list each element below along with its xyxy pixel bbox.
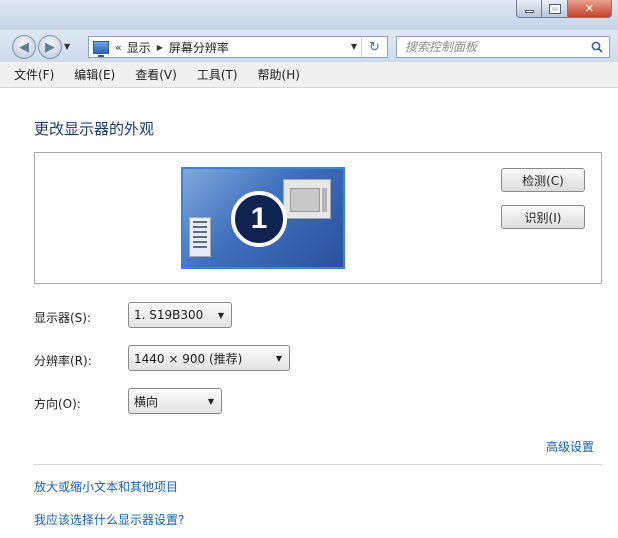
window-controls: ✕ bbox=[516, 0, 612, 18]
monitor-preview-area: 1 检测(C) 识别(I) bbox=[34, 152, 602, 284]
refresh-icon: ↻ bbox=[369, 39, 380, 55]
search-box bbox=[396, 36, 610, 58]
detect-button[interactable]: 检测(C) bbox=[501, 168, 585, 192]
monitor-window-graphic bbox=[283, 179, 331, 219]
close-icon: ✕ bbox=[584, 2, 595, 15]
advanced-settings-link[interactable]: 高级设置 bbox=[546, 438, 594, 455]
section-divider bbox=[34, 464, 602, 465]
display-settings-help-link[interactable]: 我应该选择什么显示器设置? bbox=[34, 511, 184, 528]
close-button[interactable]: ✕ bbox=[568, 0, 612, 18]
navigation-bar: ◀ ▶ ▼ « 显示 ▶ 屏幕分辨率 ▼ ↻ bbox=[0, 30, 618, 62]
menu-edit[interactable]: 编辑(E) bbox=[74, 66, 115, 83]
orientation-select-value: 横向 bbox=[134, 394, 159, 409]
text-size-link[interactable]: 放大或缩小文本和其他项目 bbox=[34, 478, 178, 495]
recent-pages-dropdown[interactable]: ▼ bbox=[64, 42, 70, 51]
chevron-down-icon: ▼ bbox=[275, 354, 282, 363]
breadcrumb-overflow-icon[interactable]: « bbox=[115, 41, 122, 54]
control-panel-icon bbox=[93, 40, 109, 57]
forward-button[interactable]: ▶ bbox=[38, 35, 62, 59]
page-title: 更改显示器的外观 bbox=[34, 120, 155, 138]
address-bar[interactable]: « 显示 ▶ 屏幕分辨率 ▼ ↻ bbox=[88, 36, 388, 58]
menu-tools[interactable]: 工具(T) bbox=[197, 66, 238, 83]
breadcrumb-display[interactable]: 显示 bbox=[127, 39, 151, 56]
display-select[interactable]: 1. S19B300 ▼ bbox=[128, 302, 232, 328]
main-content: 更改显示器的外观 1 检测(C) 识别(I) 显示器(S): 1. S19B30… bbox=[0, 88, 618, 538]
chevron-down-icon: ▼ bbox=[207, 397, 214, 406]
minimize-button[interactable] bbox=[516, 0, 542, 18]
maximize-icon bbox=[548, 3, 561, 14]
menu-view[interactable]: 查看(V) bbox=[135, 66, 177, 83]
display-select-value: 1. S19B300 bbox=[134, 308, 204, 322]
search-input[interactable] bbox=[405, 40, 585, 54]
menu-file[interactable]: 文件(F) bbox=[14, 66, 54, 83]
window-title-bar: ✕ bbox=[0, 0, 618, 30]
orientation-select[interactable]: 横向 ▼ bbox=[128, 388, 222, 414]
breadcrumb-screen-resolution[interactable]: 屏幕分辨率 bbox=[169, 39, 229, 56]
back-button[interactable]: ◀ bbox=[12, 35, 36, 59]
menu-bar: 文件(F) 编辑(E) 查看(V) 工具(T) 帮助(H) bbox=[0, 62, 618, 88]
monitor-1-tile[interactable]: 1 bbox=[181, 167, 345, 269]
maximize-button[interactable] bbox=[542, 0, 568, 18]
minimize-icon bbox=[524, 10, 534, 13]
identify-button[interactable]: 识别(I) bbox=[501, 205, 585, 229]
refresh-button[interactable]: ↻ bbox=[361, 37, 387, 57]
breadcrumb-separator-icon[interactable]: ▶ bbox=[157, 43, 163, 52]
resolution-label: 分辨率(R): bbox=[34, 354, 92, 368]
arrow-right-icon: ▶ bbox=[45, 39, 55, 55]
resolution-select[interactable]: 1440 × 900 (推荐) ▼ bbox=[128, 345, 290, 371]
chevron-down-icon: ▼ bbox=[217, 311, 224, 320]
address-dropdown-icon[interactable]: ▼ bbox=[351, 42, 357, 51]
menu-help[interactable]: 帮助(H) bbox=[258, 66, 300, 83]
monitor-gadget-graphic bbox=[189, 217, 211, 257]
arrow-left-icon: ◀ bbox=[19, 39, 29, 55]
search-icon[interactable] bbox=[591, 41, 603, 53]
display-label: 显示器(S): bbox=[34, 311, 92, 325]
orientation-label: 方向(O): bbox=[34, 397, 81, 411]
monitor-number-badge: 1 bbox=[231, 191, 287, 247]
resolution-select-value: 1440 × 900 (推荐) bbox=[134, 351, 243, 366]
